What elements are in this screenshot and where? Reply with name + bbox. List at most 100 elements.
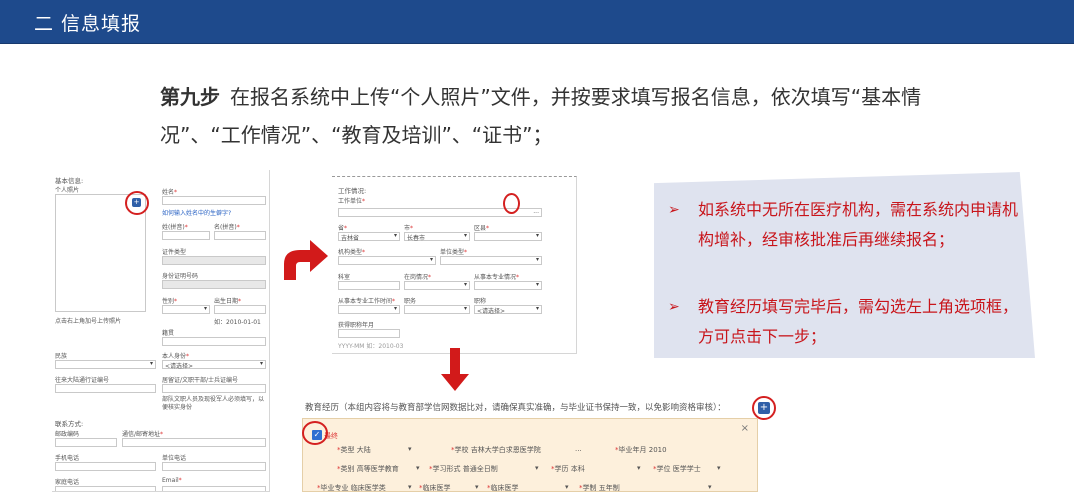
checkbox-highlight (302, 421, 328, 445)
pinyin-last-input[interactable] (162, 231, 210, 240)
district-select[interactable] (474, 232, 542, 241)
length-label: 学制 (582, 484, 597, 492)
step-instruction: 第九步 在报名系统中上传“个人照片”文件，并按要求填写报名信息，依次填写“基本情况… (160, 78, 940, 154)
bachelor-label: 学位 (656, 465, 671, 473)
photo-hint: 点击右上角加号上传照片 (55, 318, 122, 325)
specialty-label: 从事本专业情况 (474, 272, 519, 281)
name-input[interactable] (162, 196, 266, 205)
down-arrow-icon (441, 348, 469, 391)
org-browse-dots: ... (533, 208, 539, 215)
residence-hint: 部队文职人员及现役军人必须填写，以便核实身份 (162, 396, 265, 411)
title-date-hint: YYYY-MM 如：2010-03 (338, 343, 404, 350)
major3-value: 临床医学 (490, 484, 519, 492)
title-value: <请选择> (477, 308, 506, 315)
close-icon[interactable]: × (741, 423, 749, 434)
ethnicity-select[interactable] (55, 360, 156, 369)
title-date-label: 获得职称年月 (338, 322, 375, 329)
work-time-select[interactable] (338, 305, 400, 314)
photo-label: 个人照片 (55, 187, 80, 194)
post-select[interactable] (404, 305, 470, 314)
email-label: Email (162, 477, 182, 484)
photo-upload-highlight (125, 191, 149, 215)
add-education-highlight (752, 396, 776, 420)
residence-input[interactable] (162, 384, 266, 393)
dept-input[interactable] (338, 281, 400, 290)
major-value: 临床医学类 (350, 484, 386, 492)
mode-select-caret[interactable]: ▾ (535, 464, 539, 472)
residence-label: 居留证/文职干部/士兵证编号 (162, 377, 239, 384)
category-label: 类别 (340, 465, 355, 473)
identity-value: <请选择> (165, 363, 194, 370)
id-number-field (162, 280, 266, 289)
school-browse-dots[interactable]: ... (575, 445, 582, 453)
home-phone-input[interactable] (55, 486, 156, 491)
address-label: 通信/邮寄地址 (122, 429, 163, 438)
org-level-select[interactable] (440, 256, 542, 265)
category-value: 高等医学教育 (356, 465, 399, 473)
birth-hint: 如：2010-01-01 (214, 319, 261, 326)
pinyin-first-input[interactable] (214, 231, 266, 240)
address-input[interactable] (122, 438, 266, 447)
identity-select[interactable]: <请选择> (162, 360, 266, 370)
major-select-caret[interactable]: ▾ (408, 483, 412, 491)
id-number-label: 身份证明号码 (162, 273, 199, 280)
birth-input[interactable] (214, 305, 266, 314)
curved-arrow-icon (284, 240, 328, 280)
postcode-input[interactable] (55, 438, 117, 447)
header-bar: 二 信息填报 (0, 0, 1074, 44)
district-label: 区县 (474, 223, 489, 232)
school-value: 吉林大学白求恩医学院 (470, 446, 541, 454)
header-title: 二 信息填报 (34, 13, 142, 35)
name-label: 姓名 (162, 187, 177, 196)
bachelor-select-caret[interactable]: ▾ (717, 464, 721, 472)
education-title: 教育经历（本组内容将与教育部学信网数据比对，请确保真实准确，与毕业证书保持一致，… (305, 403, 726, 413)
staff-select[interactable] (404, 281, 470, 290)
org-type-select[interactable] (338, 256, 436, 265)
hmt-permit-input[interactable] (55, 384, 156, 393)
degree-label: 学历 (554, 465, 569, 473)
org-type-label: 机构类型 (338, 247, 365, 256)
work-phone-input[interactable] (162, 462, 266, 471)
work-time-label: 从事本专业工作时间 (338, 296, 395, 305)
title-date-input[interactable] (338, 329, 400, 338)
native-label: 籍贯 (162, 330, 175, 337)
major3-select-caret[interactable]: ▾ (565, 483, 569, 491)
dept-label: 科室 (338, 274, 351, 281)
length-select-caret[interactable]: ▾ (708, 483, 712, 491)
email-input[interactable] (162, 486, 266, 491)
city-label: 市 (404, 223, 413, 232)
type-select-caret[interactable]: ▾ (408, 445, 412, 453)
staff-label: 在岗情况 (404, 272, 431, 281)
category-select-caret[interactable]: ▾ (416, 464, 420, 472)
major2-select-caret[interactable]: ▾ (475, 483, 479, 491)
gender-label: 性别 (162, 296, 177, 305)
id-type-label: 证件类型 (162, 249, 187, 256)
birth-label: 出生日期 (214, 296, 241, 305)
mobile-input[interactable] (55, 462, 156, 471)
type-value: 大陆 (356, 446, 371, 454)
pinyin-last-label: 姓(拼音) (162, 222, 188, 231)
pinyin-first-label: 名(拼音) (214, 222, 240, 231)
city-select[interactable]: 长春市 (404, 232, 470, 242)
gender-select[interactable] (162, 305, 210, 314)
basic-info-form: 基本信息: 个人照片 + 点击右上角加号上传照片 姓名 如何输入姓名中的生僻字?… (52, 170, 270, 492)
ethnicity-label: 民族 (55, 353, 68, 360)
work-info-title: 工作情况: (338, 187, 367, 195)
specialty-select[interactable] (474, 281, 542, 290)
post-label: 职务 (404, 298, 417, 305)
mode-value: 普通全日制 (462, 465, 498, 473)
note-text-2: 教育经历填写完毕后，需勾选左上角选项框，方可点击下一步； (698, 297, 1019, 346)
title-select[interactable]: <请选择> (474, 305, 542, 315)
name-rare-char-link[interactable]: 如何输入姓名中的生僻字? (162, 208, 231, 217)
title-label: 职称 (474, 298, 487, 305)
native-input[interactable] (162, 337, 266, 346)
province-select[interactable]: 吉林省 (338, 232, 400, 242)
triangle-bullet-icon: ➢ (668, 299, 680, 315)
step-label: 第九步 (160, 85, 220, 109)
grad-label: 毕业年月 (618, 446, 647, 454)
degree-select-caret[interactable]: ▾ (637, 464, 641, 472)
length-value: 五年制 (598, 484, 620, 492)
triangle-bullet-icon: ➢ (668, 202, 680, 218)
home-phone-label: 家庭电话 (55, 479, 80, 486)
type-label: 类型 (340, 446, 355, 454)
